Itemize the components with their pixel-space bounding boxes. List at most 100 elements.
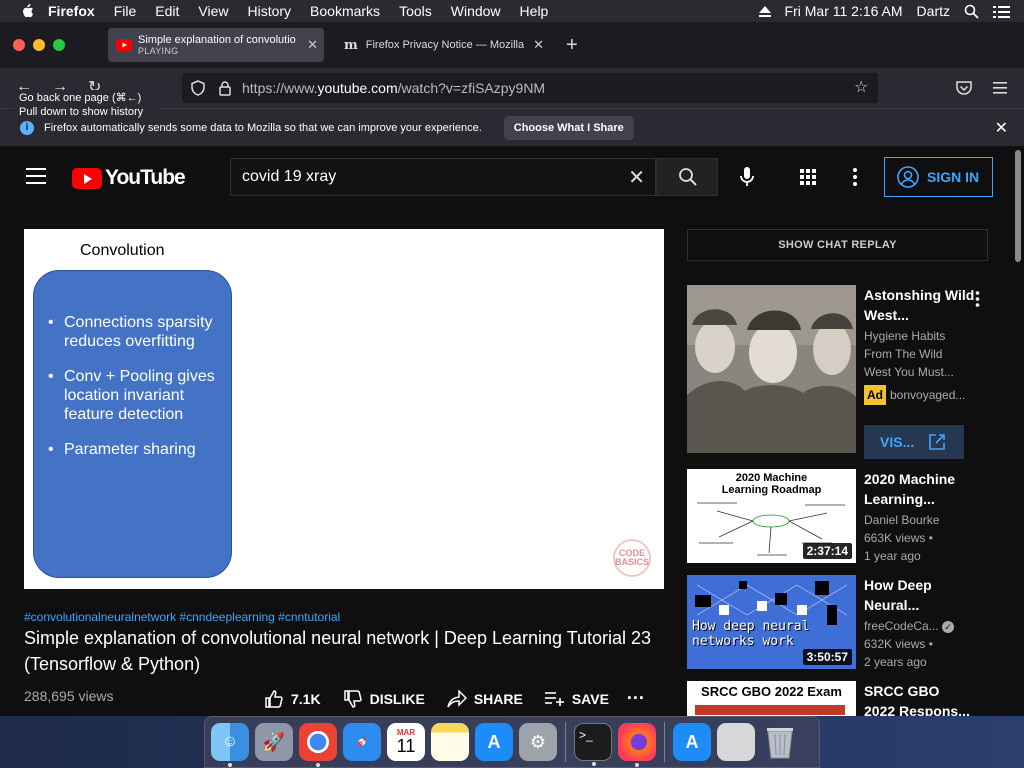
video-title[interactable]: How Deep — [864, 575, 984, 595]
window-zoom-button[interactable] — [53, 39, 65, 51]
menu-help[interactable]: Help — [520, 3, 549, 19]
eject-icon[interactable] — [758, 5, 771, 17]
window-minimize-button[interactable] — [33, 39, 45, 51]
youtube-play-icon — [72, 167, 102, 189]
visit-advertiser-button[interactable]: VIS... — [864, 425, 964, 459]
video-player[interactable]: Convolution Connections sparsity reduces… — [24, 229, 664, 589]
video-hashtags[interactable]: #convolutionalneuralnetwork #cnndeeplear… — [24, 610, 340, 624]
menu-history[interactable]: History — [247, 3, 291, 19]
choose-what-i-share-button[interactable]: Choose What I Share — [503, 115, 634, 140]
show-chat-replay-button[interactable]: SHOW CHAT REPLAY — [687, 229, 988, 261]
trash-icon[interactable] — [761, 723, 799, 761]
video-thumbnail[interactable]: SRCC GBO 2022 Exam — [687, 681, 856, 716]
menu-icon[interactable] — [993, 82, 1007, 94]
spotlight-search-icon[interactable] — [964, 4, 979, 19]
ad-card[interactable]: Astonshing Wild West... Hygiene Habits F… — [687, 285, 997, 465]
clear-search-icon[interactable]: ✕ — [628, 165, 645, 190]
lock-icon[interactable] — [219, 81, 231, 96]
ad-more-options-icon[interactable] — [975, 291, 980, 307]
scrollbar-thumb[interactable] — [1015, 150, 1021, 262]
browser-tab-strip: Simple explanation of convolutio PLAYING… — [0, 22, 1024, 68]
slide-bullet: Parameter sharing — [48, 440, 221, 459]
pocket-icon[interactable] — [956, 81, 972, 96]
video-views: 632K views • — [864, 637, 933, 651]
tab-youtube[interactable]: Simple explanation of convolutio PLAYING… — [108, 28, 324, 62]
codebasics-watermark: CODE BASICS — [613, 539, 651, 577]
menu-bookmarks[interactable]: Bookmarks — [310, 3, 380, 19]
search-input[interactable]: covid 19 xray ✕ — [230, 158, 656, 196]
youtube-logo[interactable]: YouTube — [72, 166, 186, 190]
video-title[interactable]: Learning... — [864, 489, 984, 509]
ad-thumbnail[interactable] — [687, 285, 856, 453]
external-link-icon — [929, 434, 946, 450]
video-title[interactable]: SRCC GBO — [864, 681, 984, 701]
menu-tools[interactable]: Tools — [399, 3, 432, 19]
menu-view[interactable]: View — [198, 3, 228, 19]
control-center-icon[interactable] — [993, 5, 1010, 18]
share-button[interactable]: SHARE — [447, 689, 523, 708]
close-notification-icon[interactable]: ✕ — [995, 118, 1008, 138]
finder-icon[interactable]: ☺ — [211, 723, 249, 767]
channel-name[interactable]: Daniel Bourke — [864, 511, 984, 529]
slide-bullet: Conv + Pooling gives location invariant … — [48, 367, 221, 424]
launchpad-icon[interactable]: 🚀 — [255, 723, 293, 761]
app-store-icon[interactable]: A — [673, 723, 711, 761]
video-title[interactable]: 2020 Machine — [864, 469, 984, 489]
video-thumbnail[interactable]: 2020 Machine Learning Roadmap 2:37:14 — [687, 469, 856, 563]
window-close-button[interactable] — [13, 39, 25, 51]
recommended-video[interactable]: 2020 Machine Learning Roadmap 2:37:14 20… — [687, 469, 997, 569]
terminal-icon[interactable]: >_ — [574, 723, 612, 766]
shield-icon[interactable] — [191, 80, 205, 96]
firefox-icon[interactable] — [618, 723, 656, 767]
more-actions-icon[interactable]: ··· — [627, 688, 645, 709]
menu-app-name[interactable]: Firefox — [48, 3, 95, 19]
menu-edit[interactable]: Edit — [155, 3, 179, 19]
apple-icon[interactable] — [20, 4, 34, 18]
page-scrollbar[interactable] — [1012, 146, 1024, 716]
video-views: 663K views • — [864, 531, 933, 545]
save-button[interactable]: SAVE — [544, 690, 609, 707]
save-label: SAVE — [571, 690, 609, 707]
tab-close-icon[interactable]: ✕ — [307, 37, 318, 53]
menubar-clock[interactable]: Fri Mar 11 2:16 AM — [785, 3, 903, 19]
thumbnail-title: How deep neural networks work — [692, 619, 810, 649]
search-button[interactable] — [656, 158, 718, 196]
video-thumbnail[interactable]: How deep neural networks work 3:50:57 — [687, 575, 856, 669]
recommended-video[interactable]: SRCC GBO 2022 Exam SRCC GBO 2022 Respons… — [687, 681, 997, 716]
user-avatar-icon — [897, 166, 919, 188]
dislike-button[interactable]: DISLIKE — [343, 689, 425, 709]
apps-grid-icon[interactable] — [800, 169, 816, 185]
back-button-tooltip: Go back one page (⌘←) Pull down to show … — [14, 90, 158, 120]
channel-name[interactable]: freeCodeCa... — [864, 619, 939, 633]
safari-icon[interactable]: ➶ — [343, 723, 381, 761]
more-options-icon[interactable] — [852, 168, 858, 186]
bookmark-star-icon[interactable]: ☆ — [854, 77, 868, 97]
tab-firefox-privacy[interactable]: m Firefox Privacy Notice — Mozilla ✕ — [336, 28, 550, 62]
app-store-icon[interactable]: A — [475, 723, 513, 761]
like-count: 7.1K — [291, 690, 321, 707]
new-tab-button[interactable]: + — [566, 34, 578, 57]
notification-message: Firefox automatically sends some data to… — [44, 121, 482, 134]
slide-bullet: Connections sparsity reduces overfitting — [48, 313, 221, 351]
system-preferences-icon[interactable]: ⚙ — [519, 723, 557, 761]
slide-bullet-box: Connections sparsity reduces overfitting… — [33, 270, 232, 578]
ad-title[interactable]: Astonshing Wild West... — [864, 285, 984, 325]
menubar-user[interactable]: Dartz — [917, 3, 950, 19]
like-button[interactable]: 7.1K — [264, 689, 321, 709]
notes-icon[interactable] — [431, 723, 469, 761]
url-bar[interactable]: https://www.youtube.com/watch?v=zfiSAzpy… — [182, 73, 878, 103]
chrome-icon[interactable] — [299, 723, 337, 767]
video-title[interactable]: 2022 Respons... — [864, 701, 984, 716]
calendar-icon[interactable]: MAR 11 — [387, 723, 425, 761]
sign-in-button[interactable]: SIGN IN — [884, 157, 993, 197]
tab-close-icon[interactable]: ✕ — [533, 37, 544, 53]
video-actions: 7.1K DISLIKE SHARE SAVE ··· — [264, 688, 645, 709]
hamburger-menu-icon[interactable] — [26, 168, 46, 184]
files-icon[interactable] — [717, 723, 755, 761]
visit-label: VIS... — [880, 434, 915, 450]
video-title[interactable]: Neural... — [864, 595, 984, 615]
menu-window[interactable]: Window — [451, 3, 501, 19]
recommended-video[interactable]: How deep neural networks work 3:50:57 Ho… — [687, 575, 997, 675]
menu-file[interactable]: File — [114, 3, 137, 19]
microphone-icon[interactable] — [738, 166, 756, 188]
